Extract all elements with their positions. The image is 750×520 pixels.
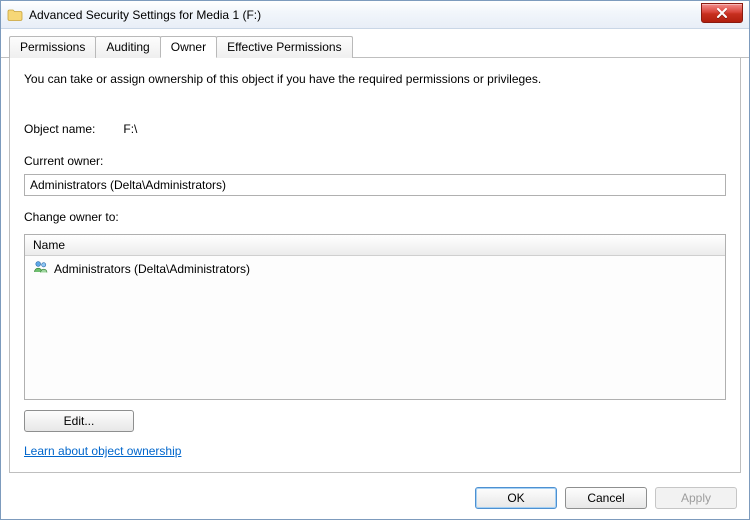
users-icon xyxy=(33,259,49,278)
list-item-label: Administrators (Delta\Administrators) xyxy=(54,262,250,276)
window-title: Advanced Security Settings for Media 1 (… xyxy=(29,8,261,22)
object-name-value: F:\ xyxy=(123,122,137,136)
tabstrip: Permissions Auditing Owner Effective Per… xyxy=(1,29,749,58)
change-owner-label: Change owner to: xyxy=(24,210,726,224)
close-button[interactable] xyxy=(701,3,743,23)
dialog-button-row: OK Cancel Apply xyxy=(1,481,749,519)
folder-icon xyxy=(7,7,23,23)
cancel-button[interactable]: Cancel xyxy=(565,487,647,509)
object-name-label: Object name: xyxy=(24,122,95,136)
apply-button[interactable]: Apply xyxy=(655,487,737,509)
intro-text: You can take or assign ownership of this… xyxy=(24,72,726,86)
edit-button[interactable]: Edit... xyxy=(24,410,134,432)
ok-button[interactable]: OK xyxy=(475,487,557,509)
titlebar: Advanced Security Settings for Media 1 (… xyxy=(1,1,749,29)
tab-effective-permissions[interactable]: Effective Permissions xyxy=(216,36,353,58)
list-column-name[interactable]: Name xyxy=(25,235,725,256)
owner-candidates-list[interactable]: Name Administrators (Delta\Administrator… xyxy=(24,234,726,400)
owner-list-body: Administrators (Delta\Administrators) xyxy=(25,256,725,399)
dialog-window: Advanced Security Settings for Media 1 (… xyxy=(0,0,750,520)
tab-permissions[interactable]: Permissions xyxy=(9,36,96,58)
current-owner-field[interactable] xyxy=(24,174,726,196)
tab-auditing[interactable]: Auditing xyxy=(95,36,160,58)
close-icon xyxy=(716,8,728,18)
list-item[interactable]: Administrators (Delta\Administrators) xyxy=(25,256,725,281)
tab-owner[interactable]: Owner xyxy=(160,36,217,58)
current-owner-label: Current owner: xyxy=(24,154,726,168)
owner-panel: You can take or assign ownership of this… xyxy=(9,58,741,473)
learn-link[interactable]: Learn about object ownership xyxy=(24,444,726,458)
